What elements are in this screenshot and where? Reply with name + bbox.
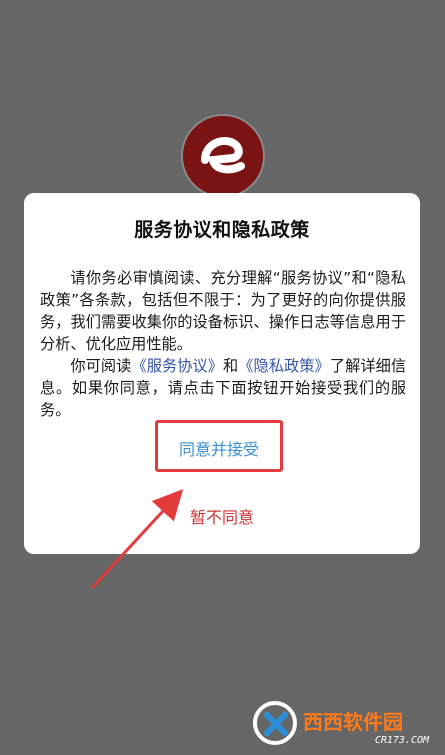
watermark: 西西软件园 CR173.COM — [245, 697, 441, 749]
watermark-site: CR173.COM — [374, 735, 429, 746]
annotation-arrow-icon — [90, 489, 184, 590]
watermark-text: 西西软件园 — [303, 710, 403, 734]
